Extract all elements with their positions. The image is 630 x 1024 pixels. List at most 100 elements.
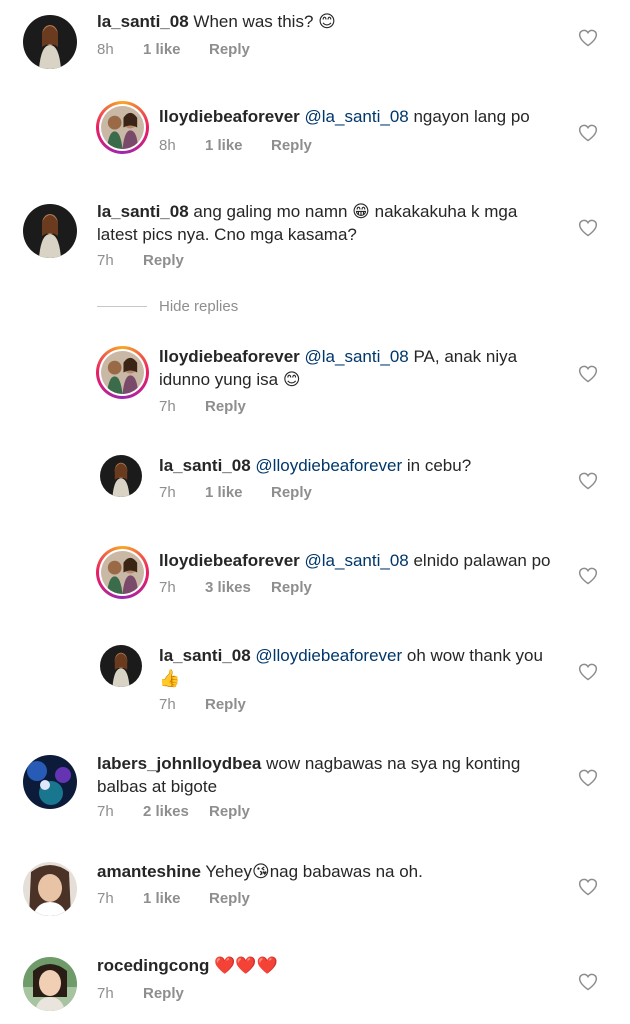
comment-item: la_santi_08 When was this? 😊 8h 1 like R… <box>0 0 630 90</box>
avatar[interactable] <box>100 645 142 687</box>
avatar[interactable] <box>23 957 77 1011</box>
comment-item: amanteshine Yehey😘nag babawas na oh. 7h … <box>0 850 630 940</box>
comment-time: 7h <box>97 890 114 907</box>
heart-outline-icon[interactable] <box>578 662 598 682</box>
comment-text: lloydiebeaforever @la_santi_08 ngayon la… <box>159 105 559 128</box>
comment-likes[interactable]: 2 likes <box>143 803 209 820</box>
reply-button[interactable]: Reply <box>143 985 184 1002</box>
reply-button[interactable]: Reply <box>205 696 246 713</box>
reply-button[interactable]: Reply <box>209 803 250 820</box>
comment-meta: 7h Reply <box>97 985 184 1002</box>
heart-outline-icon[interactable] <box>578 972 598 992</box>
comment-username[interactable]: la_santi_08 <box>159 456 251 475</box>
comment-meta: 7h 1 like Reply <box>159 484 312 501</box>
comment-username[interactable]: amanteshine <box>97 862 201 881</box>
comment-mention[interactable]: @la_santi_08 <box>305 347 409 366</box>
comment-mention[interactable]: @la_santi_08 <box>305 107 409 126</box>
comment-likes[interactable]: 1 like <box>205 484 271 501</box>
comment-time: 8h <box>97 41 114 58</box>
comment-time: 7h <box>159 398 176 415</box>
comment-body: elnido palawan po <box>408 551 551 570</box>
comment-time: 7h <box>159 484 176 501</box>
comment-username[interactable]: la_santi_08 <box>97 12 189 31</box>
avatar[interactable] <box>96 546 149 599</box>
comment-body: Yehey😘nag babawas na oh. <box>200 862 423 881</box>
comment-time: 7h <box>97 985 114 1002</box>
avatar[interactable] <box>23 755 77 809</box>
comment-item: la_santi_08 @lloydiebeaforever in cebu? … <box>0 445 630 535</box>
comment-username[interactable]: lloydiebeaforever <box>159 107 300 126</box>
avatar[interactable] <box>23 862 77 916</box>
comment-meta: 8h 1 like Reply <box>159 137 312 154</box>
comment-meta: 7h Reply <box>159 398 246 415</box>
comment-text: la_santi_08 ang galing mo namn 😁 nakakak… <box>97 200 537 246</box>
comment-time: 7h <box>159 696 176 713</box>
comment-meta: 8h 1 like Reply <box>97 41 250 58</box>
comment-mention[interactable]: @lloydiebeaforever <box>255 456 402 475</box>
heart-outline-icon[interactable] <box>578 123 598 143</box>
comment-username[interactable]: lloydiebeaforever <box>159 551 300 570</box>
comment-item: lloydiebeaforever @la_santi_08 PA, anak … <box>0 336 630 436</box>
heart-outline-icon[interactable] <box>578 28 598 48</box>
comment-body: When was this? 😊 <box>188 12 336 31</box>
comment-text: la_santi_08 When was this? 😊 <box>97 10 557 33</box>
reply-button[interactable]: Reply <box>271 579 312 596</box>
comment-username[interactable]: lloydiebeaforever <box>159 347 300 366</box>
heart-outline-icon[interactable] <box>578 218 598 238</box>
comment-text: la_santi_08 @lloydiebeaforever in cebu? <box>159 454 559 477</box>
comment-body: ngayon lang po <box>408 107 530 126</box>
avatar[interactable] <box>23 15 77 69</box>
comment-username[interactable]: la_santi_08 <box>159 646 251 665</box>
comment-meta: 7h 1 like Reply <box>97 890 250 907</box>
comment-time: 7h <box>159 579 176 596</box>
heart-outline-icon[interactable] <box>578 877 598 897</box>
comment-username[interactable]: rocedingcong <box>97 956 209 975</box>
comment-text: lloydiebeaforever @la_santi_08 PA, anak … <box>159 345 549 391</box>
comment-meta: 7h 2 likes Reply <box>97 803 250 820</box>
comment-username[interactable]: la_santi_08 <box>97 202 189 221</box>
comment-text: la_santi_08 @lloydiebeaforever oh wow th… <box>159 644 559 690</box>
avatar[interactable] <box>100 455 142 497</box>
comment-time: 7h <box>97 803 114 820</box>
comment-item: rocedingcong ❤️❤️❤️ 7h Reply <box>0 946 630 1024</box>
comments-screen: la_santi_08 When was this? 😊 8h 1 like R… <box>0 0 630 1024</box>
divider <box>97 306 147 307</box>
comment-mention[interactable]: @lloydiebeaforever <box>255 646 402 665</box>
comment-meta: 7h Reply <box>159 696 246 713</box>
heart-outline-icon[interactable] <box>578 471 598 491</box>
comment-text: labers_johnlloydbea wow nagbawas na sya … <box>97 752 537 798</box>
comment-item: la_santi_08 ang galing mo namn 😁 nakakak… <box>0 190 630 290</box>
comment-likes[interactable]: 1 like <box>143 890 209 907</box>
comment-text: rocedingcong ❤️❤️❤️ <box>97 954 537 977</box>
comment-item: lloydiebeaforever @la_santi_08 elnido pa… <box>0 540 630 630</box>
heart-outline-icon[interactable] <box>578 364 598 384</box>
reply-button[interactable]: Reply <box>271 484 312 501</box>
comment-body: in cebu? <box>402 456 472 475</box>
comment-time: 8h <box>159 137 176 154</box>
reply-button[interactable]: Reply <box>271 137 312 154</box>
comment-time: 7h <box>97 252 114 269</box>
comment-username[interactable]: labers_johnlloydbea <box>97 754 261 773</box>
reply-button[interactable]: Reply <box>143 252 184 269</box>
hide-replies-button[interactable]: Hide replies <box>97 298 238 315</box>
comment-meta: 7h 3 likes Reply <box>159 579 312 596</box>
avatar[interactable] <box>96 346 149 399</box>
hide-replies-label: Hide replies <box>159 298 239 315</box>
avatar[interactable] <box>96 101 149 154</box>
comment-item: labers_johnlloydbea wow nagbawas na sya … <box>0 742 630 842</box>
heart-outline-icon[interactable] <box>578 566 598 586</box>
comment-likes[interactable]: 1 like <box>143 41 209 58</box>
comment-body: ❤️❤️❤️ <box>209 956 278 975</box>
heart-outline-icon[interactable] <box>578 768 598 788</box>
reply-button[interactable]: Reply <box>205 398 246 415</box>
comment-likes[interactable]: 3 likes <box>205 579 271 596</box>
reply-button[interactable]: Reply <box>209 41 250 58</box>
comment-item: la_santi_08 @lloydiebeaforever oh wow th… <box>0 635 630 735</box>
comment-text: lloydiebeaforever @la_santi_08 elnido pa… <box>159 549 559 572</box>
comment-mention[interactable]: @la_santi_08 <box>305 551 409 570</box>
comment-item: lloydiebeaforever @la_santi_08 ngayon la… <box>0 96 630 186</box>
comment-likes[interactable]: 1 like <box>205 137 271 154</box>
avatar[interactable] <box>23 204 77 258</box>
comment-meta: 7h Reply <box>97 252 184 269</box>
reply-button[interactable]: Reply <box>209 890 250 907</box>
